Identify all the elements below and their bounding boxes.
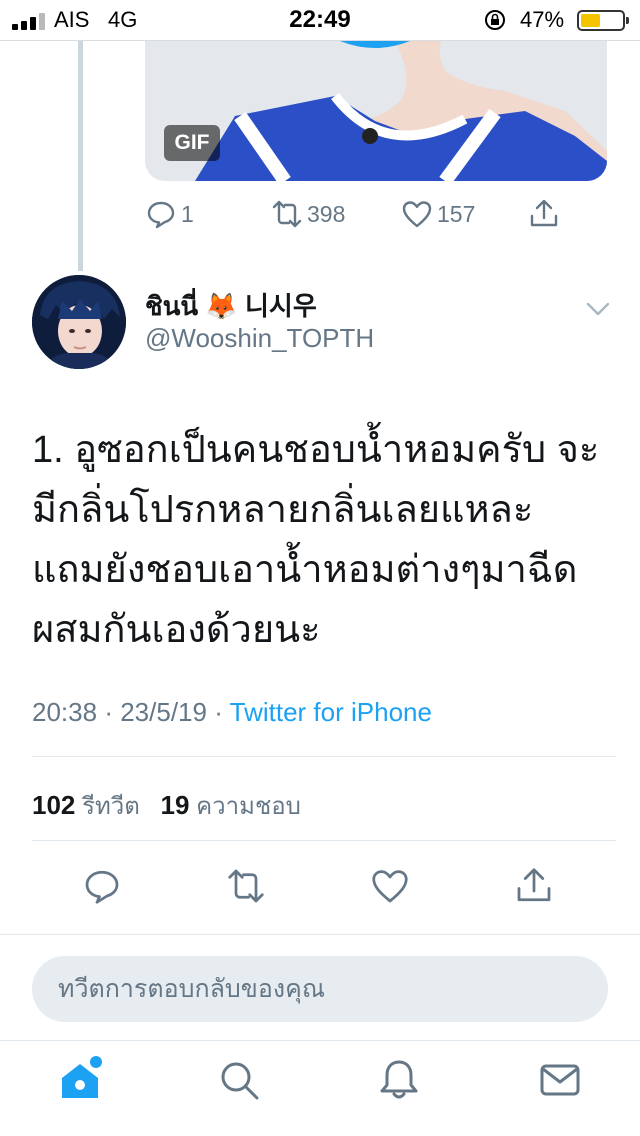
like-button[interactable]: 157 [401, 194, 475, 234]
reply-icon [147, 201, 175, 229]
avatar[interactable] [32, 275, 126, 369]
new-content-dot [90, 1056, 102, 1068]
parent-tweet-actions: 1 398 157 [145, 194, 585, 234]
meta-separator: · [104, 697, 113, 727]
chevron-down-icon[interactable] [584, 297, 612, 321]
tweet-date: 23/5/19 [120, 697, 207, 727]
meta-separator: · [214, 697, 223, 727]
like-button[interactable] [370, 866, 416, 912]
share-button[interactable] [514, 866, 560, 912]
tweet-text-line: มีกลิ่นโปรกหลายกลิ่นเลยแหละ [32, 489, 534, 531]
reply-button[interactable]: 1 [145, 194, 194, 234]
retweets-label: รีทวีต [82, 793, 140, 820]
gif-badge: GIF [164, 125, 220, 161]
likes-count: 19 [160, 790, 190, 820]
divider [32, 756, 616, 757]
reply-count: 1 [181, 200, 194, 227]
retweets-count: 102 [32, 790, 76, 820]
tab-bar [0, 1056, 640, 1118]
tab-notifications[interactable] [377, 1058, 425, 1106]
avatar-image [32, 275, 126, 369]
tweet-text-line: แถมยังชอบเอาน้ำหอมต่างๆมาฉีด [32, 549, 578, 591]
like-count: 157 [437, 200, 476, 227]
orientation-lock-icon [485, 10, 505, 30]
battery-icon [577, 10, 629, 31]
share-icon [530, 199, 558, 227]
likes-label: ความชอบ [196, 793, 301, 820]
tweet-text: 1. อูซอกเป็นคนชอบน้ำหอมครับ จะ มีกลิ่นโป… [32, 420, 617, 660]
status-bar: AIS 4G 22:49 47% [0, 0, 640, 40]
display-name[interactable]: ชินนี่ 🦊 니시우 [145, 286, 317, 327]
like-icon [372, 870, 408, 903]
tweet-stats: 102 รีทวีต 19 ความชอบ [32, 786, 301, 825]
share-icon [517, 868, 551, 902]
reply-icon [85, 870, 119, 904]
tab-messages[interactable] [538, 1058, 586, 1106]
gif-media[interactable]: GIF [145, 41, 607, 181]
tweet-actions [0, 866, 640, 912]
divider [0, 934, 640, 935]
reply-input[interactable]: ทวีตการตอบกลับของคุณ [32, 956, 608, 1022]
search-icon [221, 1062, 259, 1100]
tweet-meta: 20:38 · 23/5/19 · Twitter for iPhone [32, 697, 432, 728]
divider [0, 1040, 640, 1041]
reply-button[interactable] [82, 866, 128, 912]
user-handle[interactable]: @Wooshin_TOPTH [145, 323, 374, 354]
tweet-time: 20:38 [32, 697, 98, 727]
tab-search[interactable] [217, 1058, 265, 1106]
notifications-icon [380, 1060, 418, 1099]
share-button[interactable] [528, 194, 560, 234]
tweet-text-line: ผสมกันเองด้วยนะ [32, 609, 321, 651]
retweets-stat[interactable]: 102 รีทวีต [32, 790, 140, 820]
divider [32, 840, 616, 841]
thread-connector-line [78, 41, 83, 271]
tweet-text-line: 1. อูซอกเป็นคนชอบน้ำหอมครับ จะ [32, 429, 600, 471]
retweet-button[interactable]: 398 [271, 194, 345, 234]
retweet-count: 398 [307, 200, 346, 227]
tweet-detail-screen: AIS 4G 22:49 47% GIF 1 398 157 ชินนี่ 🦊 … [0, 0, 640, 1136]
battery-percent: 47% [520, 7, 565, 32]
like-icon [402, 201, 432, 228]
messages-icon [540, 1064, 580, 1096]
retweet-icon [228, 869, 264, 903]
retweet-button[interactable] [226, 866, 272, 912]
retweet-icon [272, 200, 302, 228]
likes-stat[interactable]: 19 ความชอบ [160, 790, 301, 820]
tab-home[interactable] [58, 1056, 106, 1106]
tweet-source-link[interactable]: Twitter for iPhone [230, 697, 432, 727]
